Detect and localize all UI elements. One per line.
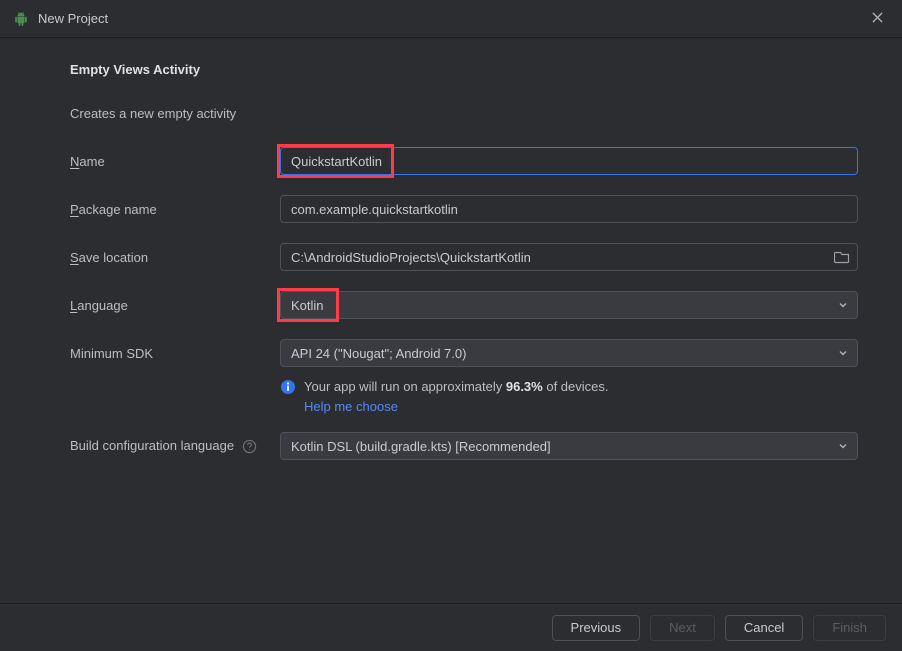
minsdk-label: Minimum SDK: [70, 346, 280, 361]
save-location-field[interactable]: [280, 243, 858, 271]
package-field[interactable]: [280, 195, 858, 223]
sdk-info-pre: Your app will run on approximately: [304, 379, 506, 394]
finish-button: Finish: [813, 615, 886, 641]
package-label: Package name: [70, 202, 280, 217]
window-title: New Project: [38, 11, 108, 26]
language-select[interactable]: Kotlin: [280, 291, 858, 319]
save-label: Save location: [70, 250, 280, 265]
folder-icon[interactable]: [834, 250, 850, 264]
buildlang-select[interactable]: Kotlin DSL (build.gradle.kts) [Recommend…: [280, 432, 858, 460]
titlebar: New Project: [0, 0, 902, 38]
name-field[interactable]: [280, 147, 858, 175]
chevron-down-icon: [837, 440, 849, 452]
buildlang-value: Kotlin DSL (build.gradle.kts) [Recommend…: [291, 439, 551, 454]
info-icon: [280, 379, 296, 395]
name-label: Name: [70, 154, 280, 169]
button-bar: Previous Next Cancel Finish: [0, 603, 902, 651]
help-me-choose-link[interactable]: Help me choose: [304, 399, 858, 414]
minsdk-select[interactable]: API 24 ("Nougat"; Android 7.0): [280, 339, 858, 367]
chevron-down-icon: [837, 347, 849, 359]
cancel-button[interactable]: Cancel: [725, 615, 803, 641]
template-subheading: Creates a new empty activity: [70, 106, 236, 121]
close-icon[interactable]: [867, 7, 888, 31]
language-value: Kotlin: [291, 298, 324, 313]
next-button: Next: [650, 615, 715, 641]
android-icon: [14, 12, 28, 26]
sdk-info-pct: 96.3%: [506, 379, 543, 394]
buildlang-label: Build configuration language: [70, 438, 280, 454]
chevron-down-icon: [837, 299, 849, 311]
language-label: Language: [70, 298, 280, 313]
template-heading: Empty Views Activity: [70, 62, 858, 77]
minsdk-value: API 24 ("Nougat"; Android 7.0): [291, 346, 466, 361]
previous-button[interactable]: Previous: [552, 615, 641, 641]
sdk-info: Your app will run on approximately 96.3%…: [280, 379, 858, 395]
sdk-info-post: of devices.: [543, 379, 609, 394]
help-icon[interactable]: [242, 439, 257, 454]
